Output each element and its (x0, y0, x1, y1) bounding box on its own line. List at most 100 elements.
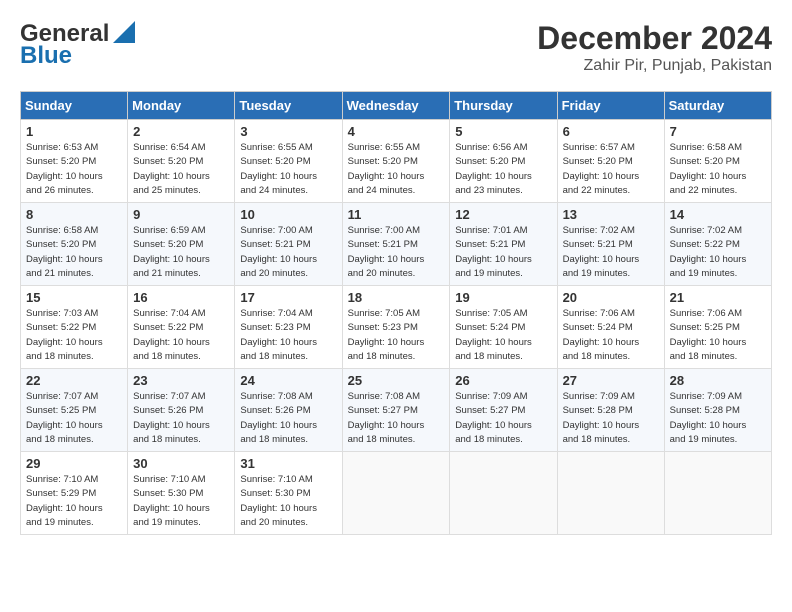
day-number: 1 (26, 124, 122, 139)
day-number: 20 (563, 290, 659, 305)
day-info: Sunrise: 7:01 AMSunset: 5:21 PMDaylight:… (455, 224, 551, 281)
day-number: 29 (26, 456, 122, 471)
day-number: 17 (240, 290, 336, 305)
calendar-cell: 14 Sunrise: 7:02 AMSunset: 5:22 PMDayligh… (664, 203, 771, 286)
day-info: Sunrise: 7:08 AMSunset: 5:27 PMDaylight:… (348, 390, 445, 447)
calendar-cell: 8Sunrise: 6:58 AMSunset: 5:20 PMDaylight… (21, 203, 128, 286)
day-info: Sunrise: 7:02 AMSunset: 5:21 PMDaylight:… (563, 224, 659, 281)
day-number: 11 (348, 207, 445, 222)
weekday-header-tuesday: Tuesday (235, 92, 342, 120)
day-number: 26 (455, 373, 551, 388)
calendar-cell: 31 Sunrise: 7:10 AMSunset: 5:30 PMDayligh… (235, 452, 342, 535)
day-number: 13 (563, 207, 659, 222)
day-info: Sunrise: 7:10 AMSunset: 5:30 PMDaylight:… (240, 473, 336, 530)
day-number: 3 (240, 124, 336, 139)
calendar-cell: 11 Sunrise: 7:00 AMSunset: 5:21 PMDayligh… (342, 203, 450, 286)
weekday-header-monday: Monday (128, 92, 235, 120)
day-info: Sunrise: 7:00 AMSunset: 5:21 PMDaylight:… (240, 224, 336, 281)
calendar-cell (664, 452, 771, 535)
calendar-cell: 9 Sunrise: 6:59 AMSunset: 5:20 PMDaylight… (128, 203, 235, 286)
calendar-week-row: 15Sunrise: 7:03 AMSunset: 5:22 PMDayligh… (21, 286, 772, 369)
day-info: Sunrise: 7:06 AMSunset: 5:24 PMDaylight:… (563, 307, 659, 364)
calendar-cell: 23Sunrise: 7:07 AMSunset: 5:26 PMDayligh… (128, 369, 235, 452)
calendar-cell: 5 Sunrise: 6:56 AMSunset: 5:20 PMDaylight… (450, 120, 557, 203)
day-info: Sunrise: 7:09 AMSunset: 5:28 PMDaylight:… (670, 390, 766, 447)
day-info: Sunrise: 7:00 AMSunset: 5:21 PMDaylight:… (348, 224, 445, 281)
weekday-header-thursday: Thursday (450, 92, 557, 120)
day-number: 15 (26, 290, 122, 305)
calendar-week-row: 1 Sunrise: 6:53 AMSunset: 5:20 PMDaylight… (21, 120, 772, 203)
calendar-cell: 22Sunrise: 7:07 AMSunset: 5:25 PMDayligh… (21, 369, 128, 452)
weekday-header-saturday: Saturday (664, 92, 771, 120)
day-info: Sunrise: 7:07 AMSunset: 5:26 PMDaylight:… (133, 390, 229, 447)
day-info: Sunrise: 6:54 AMSunset: 5:20 PMDaylight:… (133, 141, 229, 198)
logo-arrow-icon (113, 21, 135, 43)
day-number: 25 (348, 373, 445, 388)
location: Zahir Pir, Punjab, Pakistan (537, 57, 772, 75)
calendar-cell: 21 Sunrise: 7:06 AMSunset: 5:25 PMDayligh… (664, 286, 771, 369)
calendar-cell: 20 Sunrise: 7:06 AMSunset: 5:24 PMDayligh… (557, 286, 664, 369)
calendar-cell: 2 Sunrise: 6:54 AMSunset: 5:20 PMDaylight… (128, 120, 235, 203)
day-number: 14 (670, 207, 766, 222)
day-info: Sunrise: 7:02 AMSunset: 5:22 PMDaylight:… (670, 224, 766, 281)
day-info: Sunrise: 7:06 AMSunset: 5:25 PMDaylight:… (670, 307, 766, 364)
day-info: Sunrise: 7:08 AMSunset: 5:26 PMDaylight:… (240, 390, 336, 447)
day-info: Sunrise: 6:55 AMSunset: 5:20 PMDaylight:… (348, 141, 445, 198)
weekday-header-sunday: Sunday (21, 92, 128, 120)
day-number: 28 (670, 373, 766, 388)
day-info: Sunrise: 7:05 AMSunset: 5:24 PMDaylight:… (455, 307, 551, 364)
month-year: December 2024 (537, 20, 772, 57)
day-info: Sunrise: 7:07 AMSunset: 5:25 PMDaylight:… (26, 390, 122, 447)
calendar-cell: 24 Sunrise: 7:08 AMSunset: 5:26 PMDayligh… (235, 369, 342, 452)
day-info: Sunrise: 7:04 AMSunset: 5:22 PMDaylight:… (133, 307, 229, 364)
calendar-cell: 17 Sunrise: 7:04 AMSunset: 5:23 PMDayligh… (235, 286, 342, 369)
day-info: Sunrise: 7:09 AMSunset: 5:28 PMDaylight:… (563, 390, 659, 447)
day-info: Sunrise: 7:09 AMSunset: 5:27 PMDaylight:… (455, 390, 551, 447)
day-info: Sunrise: 7:04 AMSunset: 5:23 PMDaylight:… (240, 307, 336, 364)
logo: General Blue (20, 20, 135, 70)
day-number: 5 (455, 124, 551, 139)
day-number: 27 (563, 373, 659, 388)
day-info: Sunrise: 6:58 AMSunset: 5:20 PMDaylight:… (670, 141, 766, 198)
calendar-cell (450, 452, 557, 535)
calendar-cell: 30Sunrise: 7:10 AMSunset: 5:30 PMDayligh… (128, 452, 235, 535)
day-number: 16 (133, 290, 229, 305)
day-number: 10 (240, 207, 336, 222)
calendar-cell: 12Sunrise: 7:01 AMSunset: 5:21 PMDayligh… (450, 203, 557, 286)
calendar-cell: 19 Sunrise: 7:05 AMSunset: 5:24 PMDayligh… (450, 286, 557, 369)
day-info: Sunrise: 7:05 AMSunset: 5:23 PMDaylight:… (348, 307, 445, 364)
day-number: 21 (670, 290, 766, 305)
calendar-cell: 1 Sunrise: 6:53 AMSunset: 5:20 PMDaylight… (21, 120, 128, 203)
day-number: 9 (133, 207, 229, 222)
calendar-cell: 27 Sunrise: 7:09 AMSunset: 5:28 PMDayligh… (557, 369, 664, 452)
day-info: Sunrise: 6:56 AMSunset: 5:20 PMDaylight:… (455, 141, 551, 198)
day-number: 8 (26, 207, 122, 222)
calendar-header-row: SundayMondayTuesdayWednesdayThursdayFrid… (21, 92, 772, 120)
calendar-week-row: 29 Sunrise: 7:10 AMSunset: 5:29 PMDayligh… (21, 452, 772, 535)
calendar-cell: 29 Sunrise: 7:10 AMSunset: 5:29 PMDayligh… (21, 452, 128, 535)
day-number: 4 (348, 124, 445, 139)
title-section: December 2024 Zahir Pir, Punjab, Pakista… (537, 20, 772, 75)
calendar-table: SundayMondayTuesdayWednesdayThursdayFrid… (20, 91, 772, 535)
day-number: 6 (563, 124, 659, 139)
calendar-cell: 6 Sunrise: 6:57 AMSunset: 5:20 PMDaylight… (557, 120, 664, 203)
calendar-cell: 13 Sunrise: 7:02 AMSunset: 5:21 PMDayligh… (557, 203, 664, 286)
day-info: Sunrise: 7:10 AMSunset: 5:29 PMDaylight:… (26, 473, 122, 530)
day-number: 18 (348, 290, 445, 305)
day-number: 31 (240, 456, 336, 471)
calendar-cell: 28 Sunrise: 7:09 AMSunset: 5:28 PMDayligh… (664, 369, 771, 452)
day-info: Sunrise: 6:53 AMSunset: 5:20 PMDaylight:… (26, 141, 122, 198)
calendar-cell: 16 Sunrise: 7:04 AMSunset: 5:22 PMDayligh… (128, 286, 235, 369)
day-number: 24 (240, 373, 336, 388)
day-number: 2 (133, 124, 229, 139)
calendar-cell: 25 Sunrise: 7:08 AMSunset: 5:27 PMDayligh… (342, 369, 450, 452)
calendar-cell: 7Sunrise: 6:58 AMSunset: 5:20 PMDaylight… (664, 120, 771, 203)
day-info: Sunrise: 6:59 AMSunset: 5:20 PMDaylight:… (133, 224, 229, 281)
calendar-cell: 15Sunrise: 7:03 AMSunset: 5:22 PMDayligh… (21, 286, 128, 369)
calendar-week-row: 22Sunrise: 7:07 AMSunset: 5:25 PMDayligh… (21, 369, 772, 452)
day-number: 19 (455, 290, 551, 305)
weekday-header-wednesday: Wednesday (342, 92, 450, 120)
day-info: Sunrise: 7:10 AMSunset: 5:30 PMDaylight:… (133, 473, 229, 530)
day-info: Sunrise: 6:57 AMSunset: 5:20 PMDaylight:… (563, 141, 659, 198)
calendar-cell (342, 452, 450, 535)
